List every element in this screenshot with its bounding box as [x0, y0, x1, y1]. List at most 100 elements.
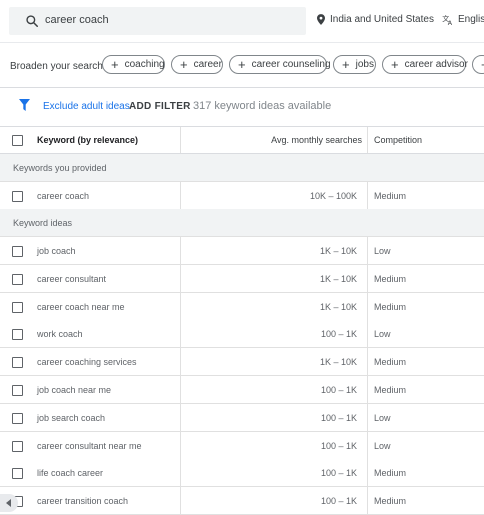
avg-searches-cell: 1K – 10K — [319, 301, 357, 312]
table-row[interactable]: career transition coach 100 – 1K Medium — [0, 487, 484, 515]
row-checkbox[interactable] — [12, 385, 23, 396]
table-row[interactable]: job coach near me 100 – 1K Medium — [0, 376, 484, 404]
column-divider — [367, 348, 368, 376]
chevron-left-icon — [6, 499, 11, 507]
keyword-cell: work coach — [37, 329, 83, 340]
section-label: Keyword ideas — [13, 218, 73, 228]
table-header: Keyword (by relevance) Avg. monthly sear… — [0, 126, 484, 154]
table-row[interactable]: career coach 10K – 100K Medium — [0, 182, 484, 210]
competition-cell: Low — [374, 246, 391, 256]
avg-searches-cell: 10K – 100K — [309, 191, 357, 201]
chip-jobs[interactable]: + jobs — [333, 55, 376, 74]
chip-more[interactable]: + — [472, 55, 484, 74]
search-icon — [26, 15, 39, 28]
row-checkbox[interactable] — [12, 440, 23, 452]
select-all-checkbox[interactable] — [12, 135, 23, 146]
broaden-label: Broaden your search: — [10, 61, 106, 72]
keyword-cell: career consultant near me — [37, 440, 142, 451]
keyword-cell: job coach near me — [37, 385, 112, 395]
competition-cell: Low — [374, 412, 391, 423]
chip-career-advisor[interactable]: + career advisor — [382, 55, 468, 74]
column-divider — [367, 182, 368, 209]
column-header-keyword[interactable]: Keyword (by relevance) — [37, 135, 138, 145]
keyword-cell: job search coach — [37, 412, 106, 423]
location-label: India and United States — [330, 14, 434, 25]
avg-searches-cell: 100 – 1K — [320, 329, 357, 340]
scroll-left-button[interactable] — [0, 494, 18, 512]
column-divider — [367, 292, 368, 320]
avg-searches-cell: 1K – 10K — [319, 246, 357, 256]
row-checkbox[interactable] — [12, 246, 23, 257]
avg-searches-cell: 100 – 1K — [320, 468, 357, 479]
row-checkbox[interactable] — [12, 191, 23, 202]
keyword-cell: career coach near me — [37, 301, 125, 312]
svg-text:A: A — [448, 20, 453, 25]
column-divider — [367, 459, 368, 487]
section-label: Keywords you provided — [13, 163, 107, 173]
table-row[interactable]: job search coach 100 – 1K Low — [0, 403, 484, 432]
row-checkbox[interactable] — [12, 357, 23, 369]
location-selector[interactable]: India and United States — [317, 14, 434, 25]
location-pin-icon — [317, 14, 325, 25]
section-keyword-ideas: Keyword ideas — [0, 209, 484, 237]
plus-icon: + — [391, 57, 399, 72]
filter-icon — [19, 99, 30, 111]
chip-career[interactable]: + career — [171, 55, 223, 74]
keyword-cell: career transition coach — [37, 496, 129, 507]
keyword-cell: career consultant — [37, 273, 107, 284]
add-filter-button[interactable]: ADD FILTER — [129, 101, 191, 112]
column-header-avg-searches[interactable]: Avg. monthly searches — [180, 135, 362, 145]
column-divider — [367, 237, 368, 264]
competition-cell: Medium — [374, 385, 407, 395]
competition-cell: Medium — [374, 468, 407, 479]
table-row[interactable]: career coach near me 1K – 10K Medium — [0, 292, 484, 321]
avg-searches-cell: 100 – 1K — [320, 412, 357, 423]
table-row[interactable]: job coach 1K – 10K Low — [0, 237, 484, 265]
column-divider — [367, 127, 368, 153]
competition-cell: Medium — [374, 191, 407, 201]
competition-cell: Medium — [374, 357, 407, 368]
table-row[interactable]: career consultant 1K – 10K Medium — [0, 264, 484, 293]
keyword-cell: career coaching services — [37, 357, 137, 368]
plus-icon: + — [342, 57, 350, 72]
table-row[interactable]: career consultant near me 100 – 1K Low — [0, 431, 484, 460]
avg-searches-cell: 1K – 10K — [319, 273, 357, 284]
keyword-cell: career coach — [37, 191, 90, 201]
search-box[interactable]: career coach — [9, 7, 306, 35]
plus-icon: + — [180, 57, 188, 72]
row-checkbox[interactable] — [12, 301, 23, 313]
column-divider — [367, 264, 368, 292]
column-divider — [367, 320, 368, 348]
row-checkbox[interactable] — [12, 329, 23, 341]
keyword-cell: life coach career — [37, 468, 104, 479]
row-checkbox[interactable] — [12, 412, 23, 424]
column-header-competition[interactable]: Competition — [374, 135, 422, 145]
row-checkbox[interactable] — [12, 273, 23, 285]
keyword-count: 317 keyword ideas available — [193, 100, 332, 112]
broaden-search-bar: Broaden your search: + coaching + career +… — [0, 42, 484, 88]
row-checkbox[interactable] — [12, 468, 23, 480]
exclude-adult-ideas-filter[interactable]: Exclude adult ideas — [43, 101, 130, 112]
avg-searches-cell: 100 – 1K — [320, 385, 357, 395]
top-bar: career coach India and United States 文 A… — [0, 0, 484, 42]
language-label: English — [458, 14, 484, 25]
table-row[interactable]: work coach 100 – 1K Low — [0, 320, 484, 349]
competition-cell: Medium — [374, 496, 407, 507]
plus-icon: + — [238, 57, 246, 72]
language-selector[interactable]: 文 A English — [442, 14, 484, 25]
column-divider — [367, 403, 368, 431]
table-row[interactable]: career coaching services 1K – 10K Medium — [0, 348, 484, 377]
column-divider — [367, 431, 368, 459]
table-row[interactable]: life coach career 100 – 1K Medium — [0, 459, 484, 488]
search-input[interactable]: career coach — [45, 14, 109, 26]
column-divider — [367, 376, 368, 403]
competition-cell: Low — [374, 329, 391, 340]
plus-icon: + — [111, 57, 119, 72]
competition-cell: Medium — [374, 301, 407, 312]
translate-icon: 文 A — [442, 14, 453, 25]
chip-career-counseling[interactable]: + career counseling — [229, 55, 331, 74]
avg-searches-cell: 100 – 1K — [320, 496, 357, 507]
keyword-cell: job coach — [37, 246, 76, 256]
filter-bar: Exclude adult ideas ADD FILTER 317 keywo… — [0, 86, 484, 126]
chip-coaching[interactable]: + coaching — [102, 55, 165, 74]
